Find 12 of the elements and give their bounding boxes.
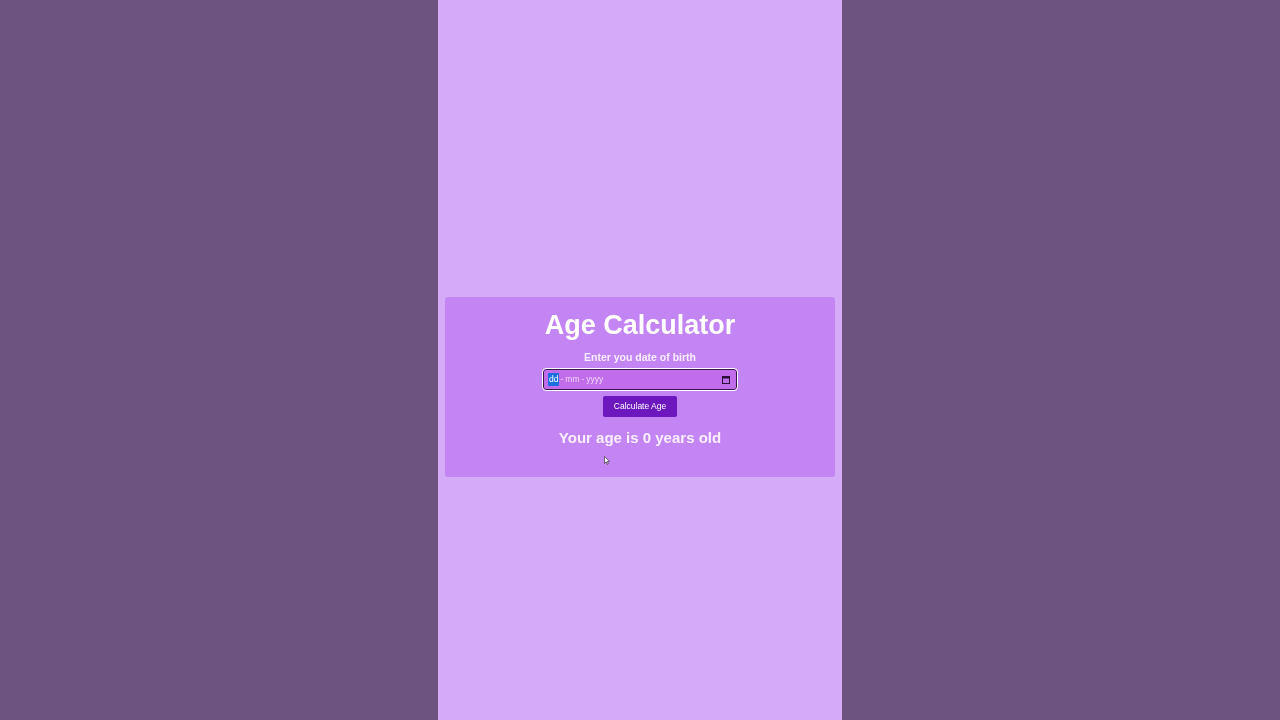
date-label: Enter you date of birth	[584, 351, 696, 364]
mouse-pointer-icon	[604, 456, 610, 465]
date-input[interactable]: dd - mm - yyyy	[543, 369, 737, 390]
date-separator: -	[559, 373, 565, 386]
calculate-age-button[interactable]: Calculate Age	[603, 396, 677, 417]
date-segment[interactable]: yyyy	[585, 373, 605, 386]
card-title: Age Calculator	[544, 309, 736, 341]
date-segment[interactable]: mm	[564, 373, 581, 386]
calendar-icon[interactable]	[722, 375, 730, 384]
date-segment[interactable]: dd	[548, 373, 560, 386]
date-separator: -	[580, 373, 586, 386]
age-result: Your age is 0 years old	[558, 429, 722, 447]
